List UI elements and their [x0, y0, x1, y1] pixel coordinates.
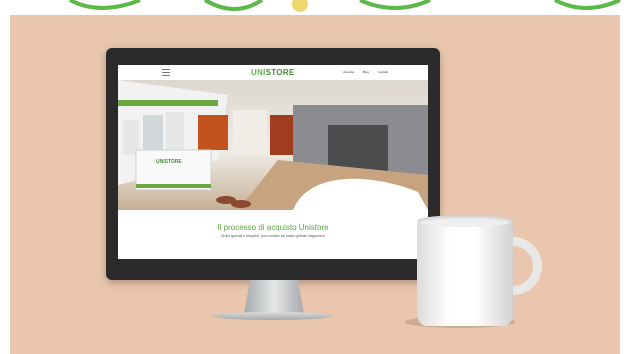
- nav-link-azienda[interactable]: Azienda: [343, 70, 354, 74]
- menu-icon[interactable]: [162, 69, 170, 76]
- logo-prefix: UNI: [251, 68, 266, 77]
- store-sign: UNISTORE: [156, 159, 182, 165]
- hero-store-image: UNISTORE: [118, 80, 428, 210]
- coffee-mug: [417, 220, 513, 326]
- website-screen: UNISTORE Azienda Blog Contatti UNISTORE …: [118, 65, 428, 259]
- nav-link-blog[interactable]: Blog: [363, 70, 369, 74]
- site-navbar: UNISTORE Azienda Blog Contatti: [118, 65, 428, 81]
- logo-suffix: STORE: [265, 68, 295, 77]
- site-logo[interactable]: UNISTORE: [251, 68, 295, 77]
- nav-links: Azienda Blog Contatti: [335, 70, 388, 74]
- monitor-base: [213, 312, 332, 320]
- hero-subtitle: Ordini speciali e frequenti, puoi contar…: [220, 234, 326, 238]
- hero-title: Il processo di acquisto Unistore: [217, 223, 329, 232]
- mug-rim: [417, 215, 513, 227]
- monitor: UNISTORE Azienda Blog Contatti UNISTORE …: [106, 48, 440, 280]
- store-interior-illustration: UNISTORE: [118, 80, 428, 210]
- nav-link-contatti[interactable]: Contatti: [378, 70, 388, 74]
